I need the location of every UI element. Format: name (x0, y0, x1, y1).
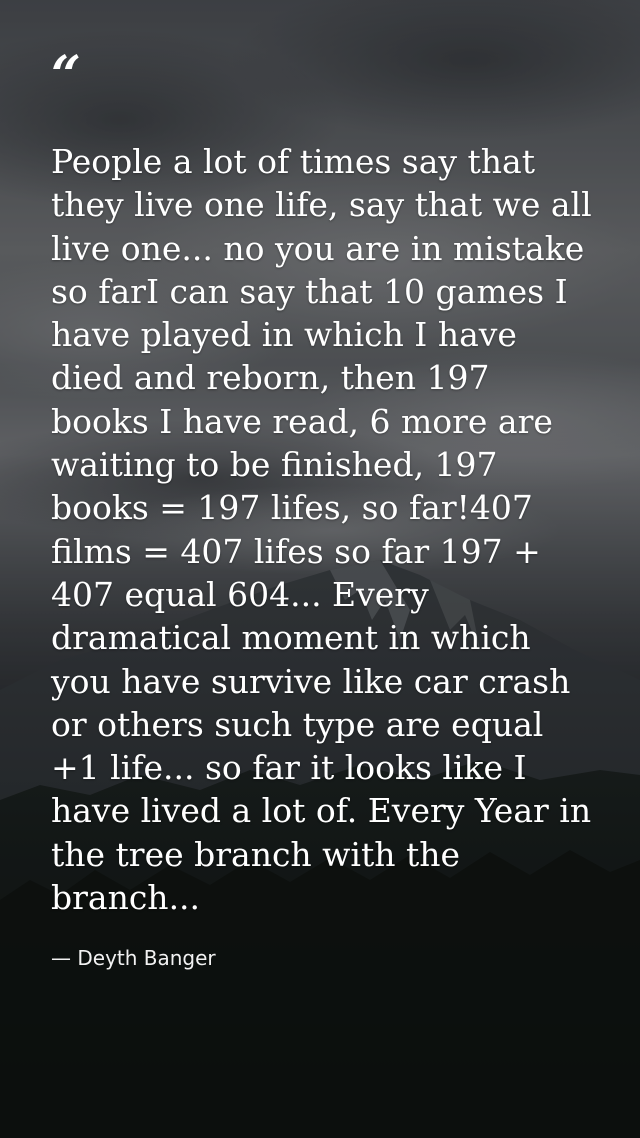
open-quote-icon: “ (51, 45, 81, 106)
quote-text: People a lot of times say that they live… (51, 142, 592, 918)
quote-author: — Deyth Banger (51, 946, 216, 971)
quote-card: “ People a lot of times say that they li… (51, 50, 596, 971)
